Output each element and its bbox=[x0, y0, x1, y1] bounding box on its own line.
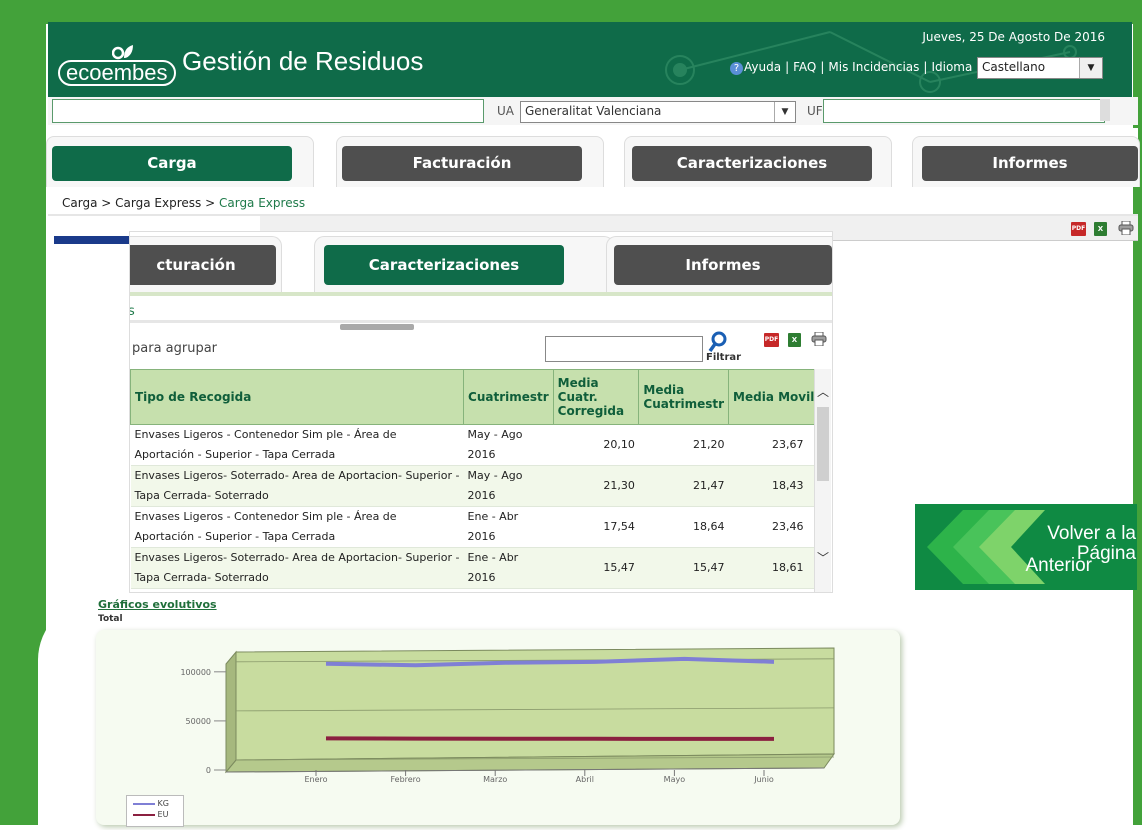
y-tick-label: 0 bbox=[206, 766, 211, 775]
pdf-icon[interactable]: PDF bbox=[1071, 222, 1086, 236]
x-tick-label: Mayo bbox=[664, 775, 686, 784]
scrollbar[interactable] bbox=[1100, 99, 1110, 121]
excel-icon[interactable]: X bbox=[788, 333, 801, 347]
ua-label: UA bbox=[497, 104, 514, 118]
cell-media-cuatrimestre: 18,64 bbox=[639, 507, 729, 548]
table-scrollbar[interactable]: ︿ ﹀ bbox=[814, 369, 831, 592]
cell-tipo: Envases Ligeros - Contenedor Sim ple - Á… bbox=[131, 425, 464, 466]
cell-media-corregida: 20,10 bbox=[553, 425, 639, 466]
filter-input[interactable] bbox=[545, 336, 703, 362]
incidents-link[interactable]: Mis Incidencias bbox=[828, 60, 919, 74]
resize-handle[interactable] bbox=[340, 324, 414, 330]
language-label: Idioma bbox=[931, 60, 972, 74]
pdf-icon[interactable]: PDF bbox=[764, 333, 779, 347]
table-header-row: Tipo de Recogida Cuatrimestr Media Cuatr… bbox=[131, 370, 830, 425]
cell-media-corregida: 21,30 bbox=[553, 466, 639, 507]
cell-media-cuatrimestre: 15,47 bbox=[639, 548, 729, 589]
help-links: ?Ayuda|FAQ|Mis Incidencias|Idioma bbox=[730, 60, 976, 75]
current-date: Jueves, 25 De Agosto De 2016 bbox=[880, 30, 1105, 44]
help-icon[interactable]: ? bbox=[730, 62, 743, 75]
panel-tab-facturacion[interactable]: cturación bbox=[130, 245, 276, 285]
back-button-label: Volver a la Página Anterior bbox=[1010, 524, 1136, 576]
tab-carga[interactable]: Carga bbox=[52, 146, 292, 181]
cell-media-cuatrimestre: 21,20 bbox=[639, 425, 729, 466]
cell-tipo: Envases Ligeros - Contenedor Sim ple - Á… bbox=[131, 507, 464, 548]
ua-value: Generalitat Valenciana bbox=[525, 104, 661, 118]
print-icon[interactable] bbox=[811, 332, 827, 346]
help-link[interactable]: Ayuda bbox=[744, 60, 781, 74]
filter-button[interactable]: Filtrar bbox=[706, 352, 741, 363]
group-by-hint: para agrupar bbox=[132, 341, 217, 356]
tab-informes[interactable]: Informes bbox=[922, 146, 1138, 181]
chart-legend: KG EU bbox=[126, 795, 184, 827]
table-row[interactable]: Envases Ligeros - Contenedor Sim ple - Á… bbox=[131, 425, 830, 466]
language-select[interactable]: Castellano ▼ bbox=[977, 57, 1103, 79]
legend-swatch bbox=[133, 814, 155, 816]
breadcrumb-carga-express[interactable]: Carga Express bbox=[115, 196, 201, 210]
legend-swatch bbox=[133, 803, 155, 805]
cell-tipo: Envases Ligeros- Soterrado- Area de Apor… bbox=[131, 466, 464, 507]
data-table: Tipo de Recogida Cuatrimestr Media Cuatr… bbox=[130, 369, 830, 589]
breadcrumb-current: Carga Express bbox=[219, 196, 305, 210]
excel-icon[interactable]: X bbox=[1094, 222, 1107, 236]
search-input[interactable] bbox=[52, 99, 484, 123]
zoomed-panel: cturación Caracterizaciones Informes s p… bbox=[130, 232, 832, 592]
column-header-cuatrimestre[interactable]: Cuatrimestr bbox=[464, 370, 554, 425]
panel-tab-informes[interactable]: Informes bbox=[614, 245, 832, 285]
y-tick-label: 100000 bbox=[180, 668, 211, 677]
ua-select[interactable]: Generalitat Valenciana ▼ bbox=[520, 101, 796, 123]
cell-cuatrimestre: May - Ago 2016 bbox=[464, 425, 554, 466]
breadcrumb-carga[interactable]: Carga bbox=[62, 196, 97, 210]
table-row[interactable]: Envases Ligeros- Soterrado- Area de Apor… bbox=[131, 466, 830, 507]
legend-label: EU bbox=[158, 810, 169, 819]
language-value: Castellano bbox=[982, 60, 1045, 74]
divider bbox=[130, 320, 832, 323]
panel-breadcrumb-fragment: s bbox=[130, 304, 135, 319]
faq-link[interactable]: FAQ bbox=[793, 60, 816, 74]
cell-cuatrimestre: Ene - Abr 2016 bbox=[464, 548, 554, 589]
x-tick-label: Febrero bbox=[390, 775, 420, 784]
cell-media-cuatrimestre: 21,47 bbox=[639, 466, 729, 507]
x-tick-label: Junio bbox=[753, 775, 774, 784]
breadcrumb: Carga > Carga Express > Carga Express bbox=[62, 196, 305, 210]
column-header-media-corregida[interactable]: Media Cuatr. Corregida bbox=[553, 370, 639, 425]
app-title: Gestión de Residuos bbox=[182, 46, 423, 77]
tab-caracterizaciones[interactable]: Caracterizaciones bbox=[632, 146, 872, 181]
cell-media-corregida: 15,47 bbox=[553, 548, 639, 589]
print-icon[interactable] bbox=[1118, 221, 1134, 235]
chart-subtitle: Total bbox=[98, 614, 123, 624]
chart-title[interactable]: Gráficos evolutivos bbox=[98, 598, 217, 611]
cell-tipo: Envases Ligeros- Soterrado- Area de Apor… bbox=[131, 548, 464, 589]
chevron-up-icon[interactable]: ︿ bbox=[815, 383, 831, 400]
scrollbar-thumb[interactable] bbox=[817, 407, 829, 481]
legend-label: KG bbox=[158, 799, 169, 808]
leaf-icon bbox=[112, 42, 134, 62]
panel-tab-caracterizaciones[interactable]: Caracterizaciones bbox=[324, 245, 564, 285]
cell-media-corregida: 17,54 bbox=[553, 507, 639, 548]
y-tick-label: 50000 bbox=[186, 717, 211, 726]
chevron-down-icon[interactable]: ▼ bbox=[1079, 58, 1102, 78]
green-frame-top bbox=[0, 0, 1142, 24]
x-tick-label: Enero bbox=[304, 775, 327, 784]
divider bbox=[130, 292, 832, 296]
x-tick-label: Abril bbox=[576, 775, 594, 784]
chevron-down-icon[interactable]: ﹀ bbox=[815, 549, 831, 566]
ecoembes-logo[interactable]: ecoembes bbox=[58, 60, 176, 86]
column-header-media-cuatrimestre[interactable]: Media Cuatrimestr bbox=[639, 370, 729, 425]
tab-facturacion[interactable]: Facturación bbox=[342, 146, 582, 181]
table-row[interactable]: Envases Ligeros- Soterrado- Area de Apor… bbox=[131, 548, 830, 589]
column-header-tipo[interactable]: Tipo de Recogida bbox=[131, 370, 464, 425]
cell-cuatrimestre: May - Ago 2016 bbox=[464, 466, 554, 507]
frame-curve bbox=[38, 600, 98, 830]
blue-bar bbox=[54, 236, 130, 244]
table-row[interactable]: Envases Ligeros - Contenedor Sim ple - Á… bbox=[131, 507, 830, 548]
search-icon[interactable] bbox=[708, 331, 728, 353]
x-tick-label: Marzo bbox=[483, 775, 507, 784]
chart-container: 0 50000 100000 Enero Febrero Marzo Abril Mayo J… bbox=[96, 630, 900, 825]
chevron-down-icon[interactable]: ▼ bbox=[774, 102, 795, 122]
uf-label: UF bbox=[807, 104, 823, 118]
uf-input[interactable] bbox=[823, 99, 1105, 123]
line-chart: 0 50000 100000 Enero Febrero Marzo Abril Mayo J… bbox=[96, 630, 900, 825]
cell-cuatrimestre: Ene - Abr 2016 bbox=[464, 507, 554, 548]
